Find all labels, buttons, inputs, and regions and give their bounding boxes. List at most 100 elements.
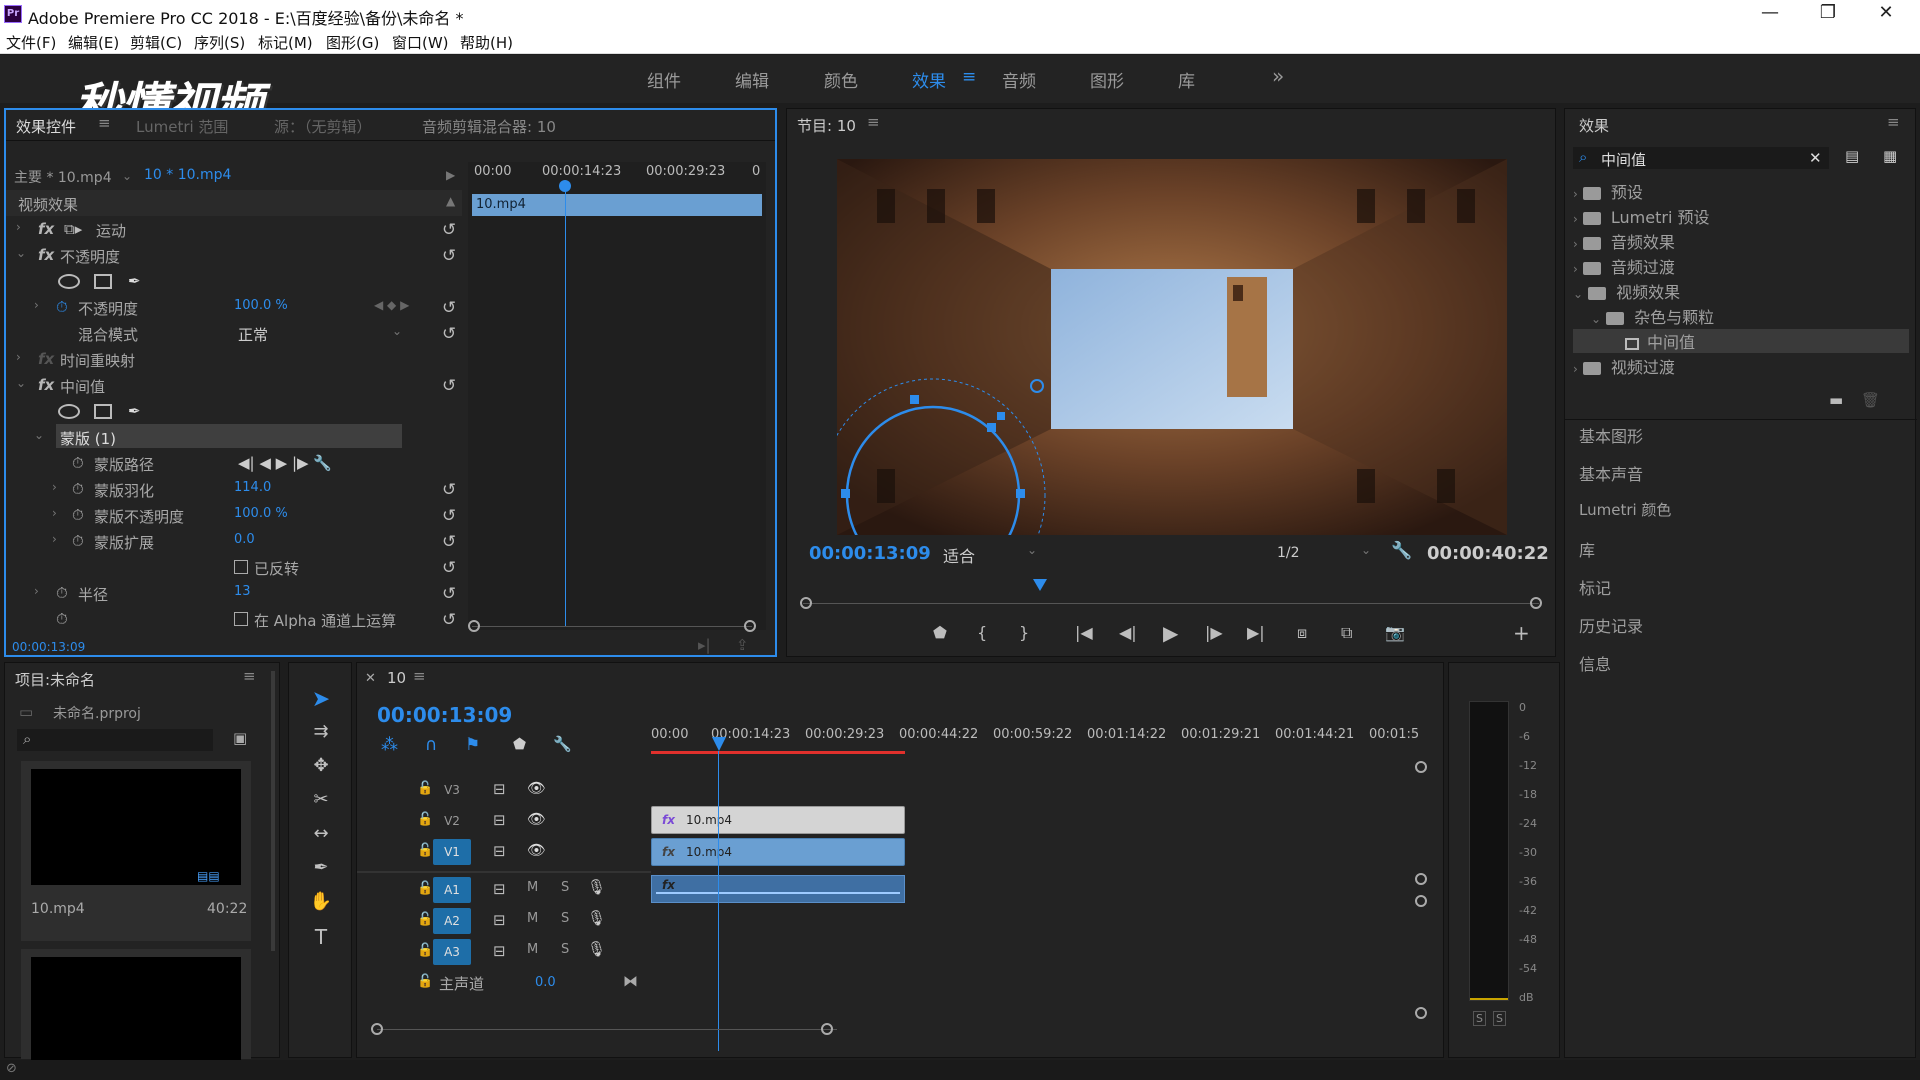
solo-left-button[interactable]: S (1473, 1011, 1486, 1026)
effect-controls-timecode[interactable]: 00:00:13:09 (12, 640, 85, 654)
section-info[interactable]: 信息 (1579, 651, 1611, 675)
tab-source[interactable]: 源：（无剪辑） (274, 116, 372, 137)
pen-mask-icon[interactable]: ✒ (128, 402, 141, 420)
tree-item-median[interactable]: 中间值 (1573, 329, 1909, 353)
panel-menu-icon[interactable]: ≡ (413, 667, 426, 685)
type-tool-icon[interactable]: T (303, 925, 339, 949)
menu-marker[interactable]: 标记(M) (258, 32, 313, 53)
play-icon[interactable]: ▶ (1163, 621, 1178, 645)
menu-sequence[interactable]: 序列(S) (194, 32, 245, 53)
minimize-icon[interactable]: — (1750, 2, 1790, 23)
resolution-select[interactable]: 1/2 (1277, 545, 1300, 561)
prop-inverted[interactable]: 已反转 ↺ (6, 554, 462, 580)
slip-tool-icon[interactable]: ↔ (303, 823, 339, 844)
export-icon[interactable]: ⇪ (736, 636, 749, 654)
prop-mask-path[interactable]: ⏱ 蒙版路径 ◀| ◀ ▶ |▶ 🔧 (6, 450, 462, 476)
panel-menu-icon[interactable]: ≡ (1887, 113, 1900, 131)
track-a1[interactable]: 🔓 A1 ⊟ M S 🎙 (357, 875, 651, 905)
panel-menu-icon[interactable]: ≡ (98, 114, 111, 132)
chevron-down-icon[interactable]: ⌄ (1361, 543, 1371, 557)
menu-window[interactable]: 窗口(W) (392, 32, 449, 53)
tree-item-audio-transitions[interactable]: › 音频过渡 (1573, 254, 1909, 278)
pen-tool-icon[interactable]: ✒ (303, 857, 339, 878)
section-lumetri-color[interactable]: Lumetri 颜色 (1579, 499, 1671, 520)
tab-effect-controls[interactable]: 效果控件 (16, 116, 76, 137)
restore-icon[interactable]: ❐ (1808, 2, 1848, 23)
tree-item-noise-grain[interactable]: ⌄ 杂色与颗粒 (1591, 304, 1909, 328)
workspace-graphics[interactable]: 图形 (1090, 67, 1124, 92)
section-history[interactable]: 历史记录 (1579, 613, 1643, 637)
menu-file[interactable]: 文件(F) (6, 32, 56, 53)
zoom-handle-right[interactable] (1530, 597, 1542, 609)
ripple-edit-tool-icon[interactable]: ✥ (303, 755, 339, 776)
program-scrub-bar[interactable] (803, 603, 1539, 604)
zoom-handle-left[interactable] (800, 597, 812, 609)
linked-selection-icon[interactable]: ⚑ (465, 735, 480, 755)
timeline-tab[interactable]: 10 (387, 669, 406, 687)
track-v3[interactable]: 🔓 V3 ⊟ 👁 (357, 775, 651, 805)
clip-v1[interactable]: fx 10.mp4 (651, 838, 905, 866)
zoom-handle-left[interactable] (371, 1023, 383, 1035)
more-workspaces-icon[interactable]: » (1272, 64, 1284, 88)
zoom-handle-left[interactable] (468, 620, 480, 632)
prop-opacity[interactable]: › ⏱ 不透明度 100.0 % ◀ ◆ ▶ ↺ (6, 294, 462, 320)
scroll-handle[interactable] (1415, 895, 1427, 907)
ellipse-mask-icon[interactable] (58, 404, 80, 419)
menu-graphics[interactable]: 图形(G) (326, 32, 379, 53)
zoom-handle-right[interactable] (744, 620, 756, 632)
status-icon[interactable]: ⊘ (6, 1061, 17, 1076)
track-content[interactable]: fx 10.mp4 fx 10.mp4 fx (651, 751, 1421, 1055)
master-clip-label[interactable]: 主要 * 10.mp4 (14, 167, 112, 187)
panel-menu-icon[interactable]: ≡ (867, 113, 880, 131)
tree-item-video-transitions[interactable]: › 视频过渡 (1573, 354, 1909, 378)
zoom-handle-right[interactable] (821, 1023, 833, 1035)
effect-timeline[interactable]: 00:00 00:00:14:23 00:00:29:23 0 10.mp4 (468, 162, 766, 630)
clip-v2[interactable]: fx 10.mp4 (651, 806, 905, 834)
prop-radius[interactable]: › ⏱ 半径 13 ↺ (6, 580, 462, 606)
tab-lumetri-scopes[interactable]: Lumetri 范围 (136, 116, 228, 137)
timeline-settings-icon[interactable]: 🔧 (553, 735, 572, 753)
workspace-menu-icon[interactable]: ≡ (962, 67, 976, 87)
project-search-input[interactable]: ⌕ (17, 729, 213, 751)
prop-blend-mode[interactable]: 混合模式 正常 ⌄ ↺ (6, 320, 462, 346)
panel-menu-icon[interactable]: ≡ (243, 667, 256, 685)
chevron-down-icon[interactable]: ⌄ (122, 169, 132, 183)
track-master[interactable]: 🔓 主声道 0.0 ⧓ (357, 969, 651, 997)
add-marker-icon[interactable]: ⬟ (513, 735, 526, 753)
scroll-handle[interactable] (1415, 761, 1427, 773)
rectangle-mask-icon[interactable] (94, 274, 112, 289)
project-scrollbar[interactable] (271, 671, 275, 951)
pen-mask-icon[interactable]: ✒ (128, 272, 141, 290)
workspace-libraries[interactable]: 库 (1178, 67, 1195, 92)
new-bin-icon[interactable]: ▬ (1829, 391, 1843, 409)
go-to-out-icon[interactable]: ▶| (1247, 623, 1265, 642)
section-markers[interactable]: 标记 (1579, 575, 1611, 599)
razor-tool-icon[interactable]: ✂ (303, 789, 339, 810)
track-a3[interactable]: 🔓 A3 ⊟ M S 🎙 (357, 937, 651, 967)
tree-item-audio-effects[interactable]: › 音频效果 (1573, 229, 1909, 253)
hand-tool-icon[interactable]: ✋ (303, 891, 339, 912)
program-playhead[interactable] (1033, 579, 1047, 591)
extract-icon[interactable]: ⧉ (1341, 623, 1352, 643)
ellipse-mask-icon[interactable] (58, 274, 80, 289)
track-v1[interactable]: 🔓 V1 ⊟ 👁 (357, 837, 651, 867)
section-essential-sound[interactable]: 基本声音 (1579, 461, 1643, 485)
inverted-checkbox[interactable] (234, 560, 248, 574)
track-v2[interactable]: 🔓 V2 ⊟ 👁 (357, 806, 651, 836)
prop-mask-expansion[interactable]: › ⏱ 蒙版扩展 0.0 ↺ (6, 528, 462, 554)
add-button-icon[interactable]: + (1513, 621, 1530, 645)
workspace-color[interactable]: 颜色 (824, 67, 858, 92)
mask-ellipse-overlay[interactable] (837, 159, 1507, 535)
track-select-tool-icon[interactable]: ⇉ (303, 721, 339, 742)
effect-opacity[interactable]: ⌄ fx 不透明度 ↺ (6, 242, 462, 268)
program-timecode[interactable]: 00:00:13:09 (809, 543, 931, 564)
effect-time-remap[interactable]: › fx 时间重映射 (6, 346, 462, 372)
snap-icon[interactable]: ∩ (425, 735, 437, 755)
clear-search-icon[interactable]: ✕ (1809, 149, 1822, 167)
tree-item-presets[interactable]: › 预设 (1573, 179, 1909, 203)
selection-tool-icon[interactable]: ➤ (303, 687, 339, 712)
project-item-tile[interactable]: ▤▤ 10.mp4 40:22 (21, 761, 251, 941)
project-item-tile-2[interactable] (21, 949, 251, 1067)
lift-icon[interactable]: ⧈ (1297, 623, 1307, 643)
go-to-in-icon[interactable]: |◀ (1075, 623, 1093, 642)
